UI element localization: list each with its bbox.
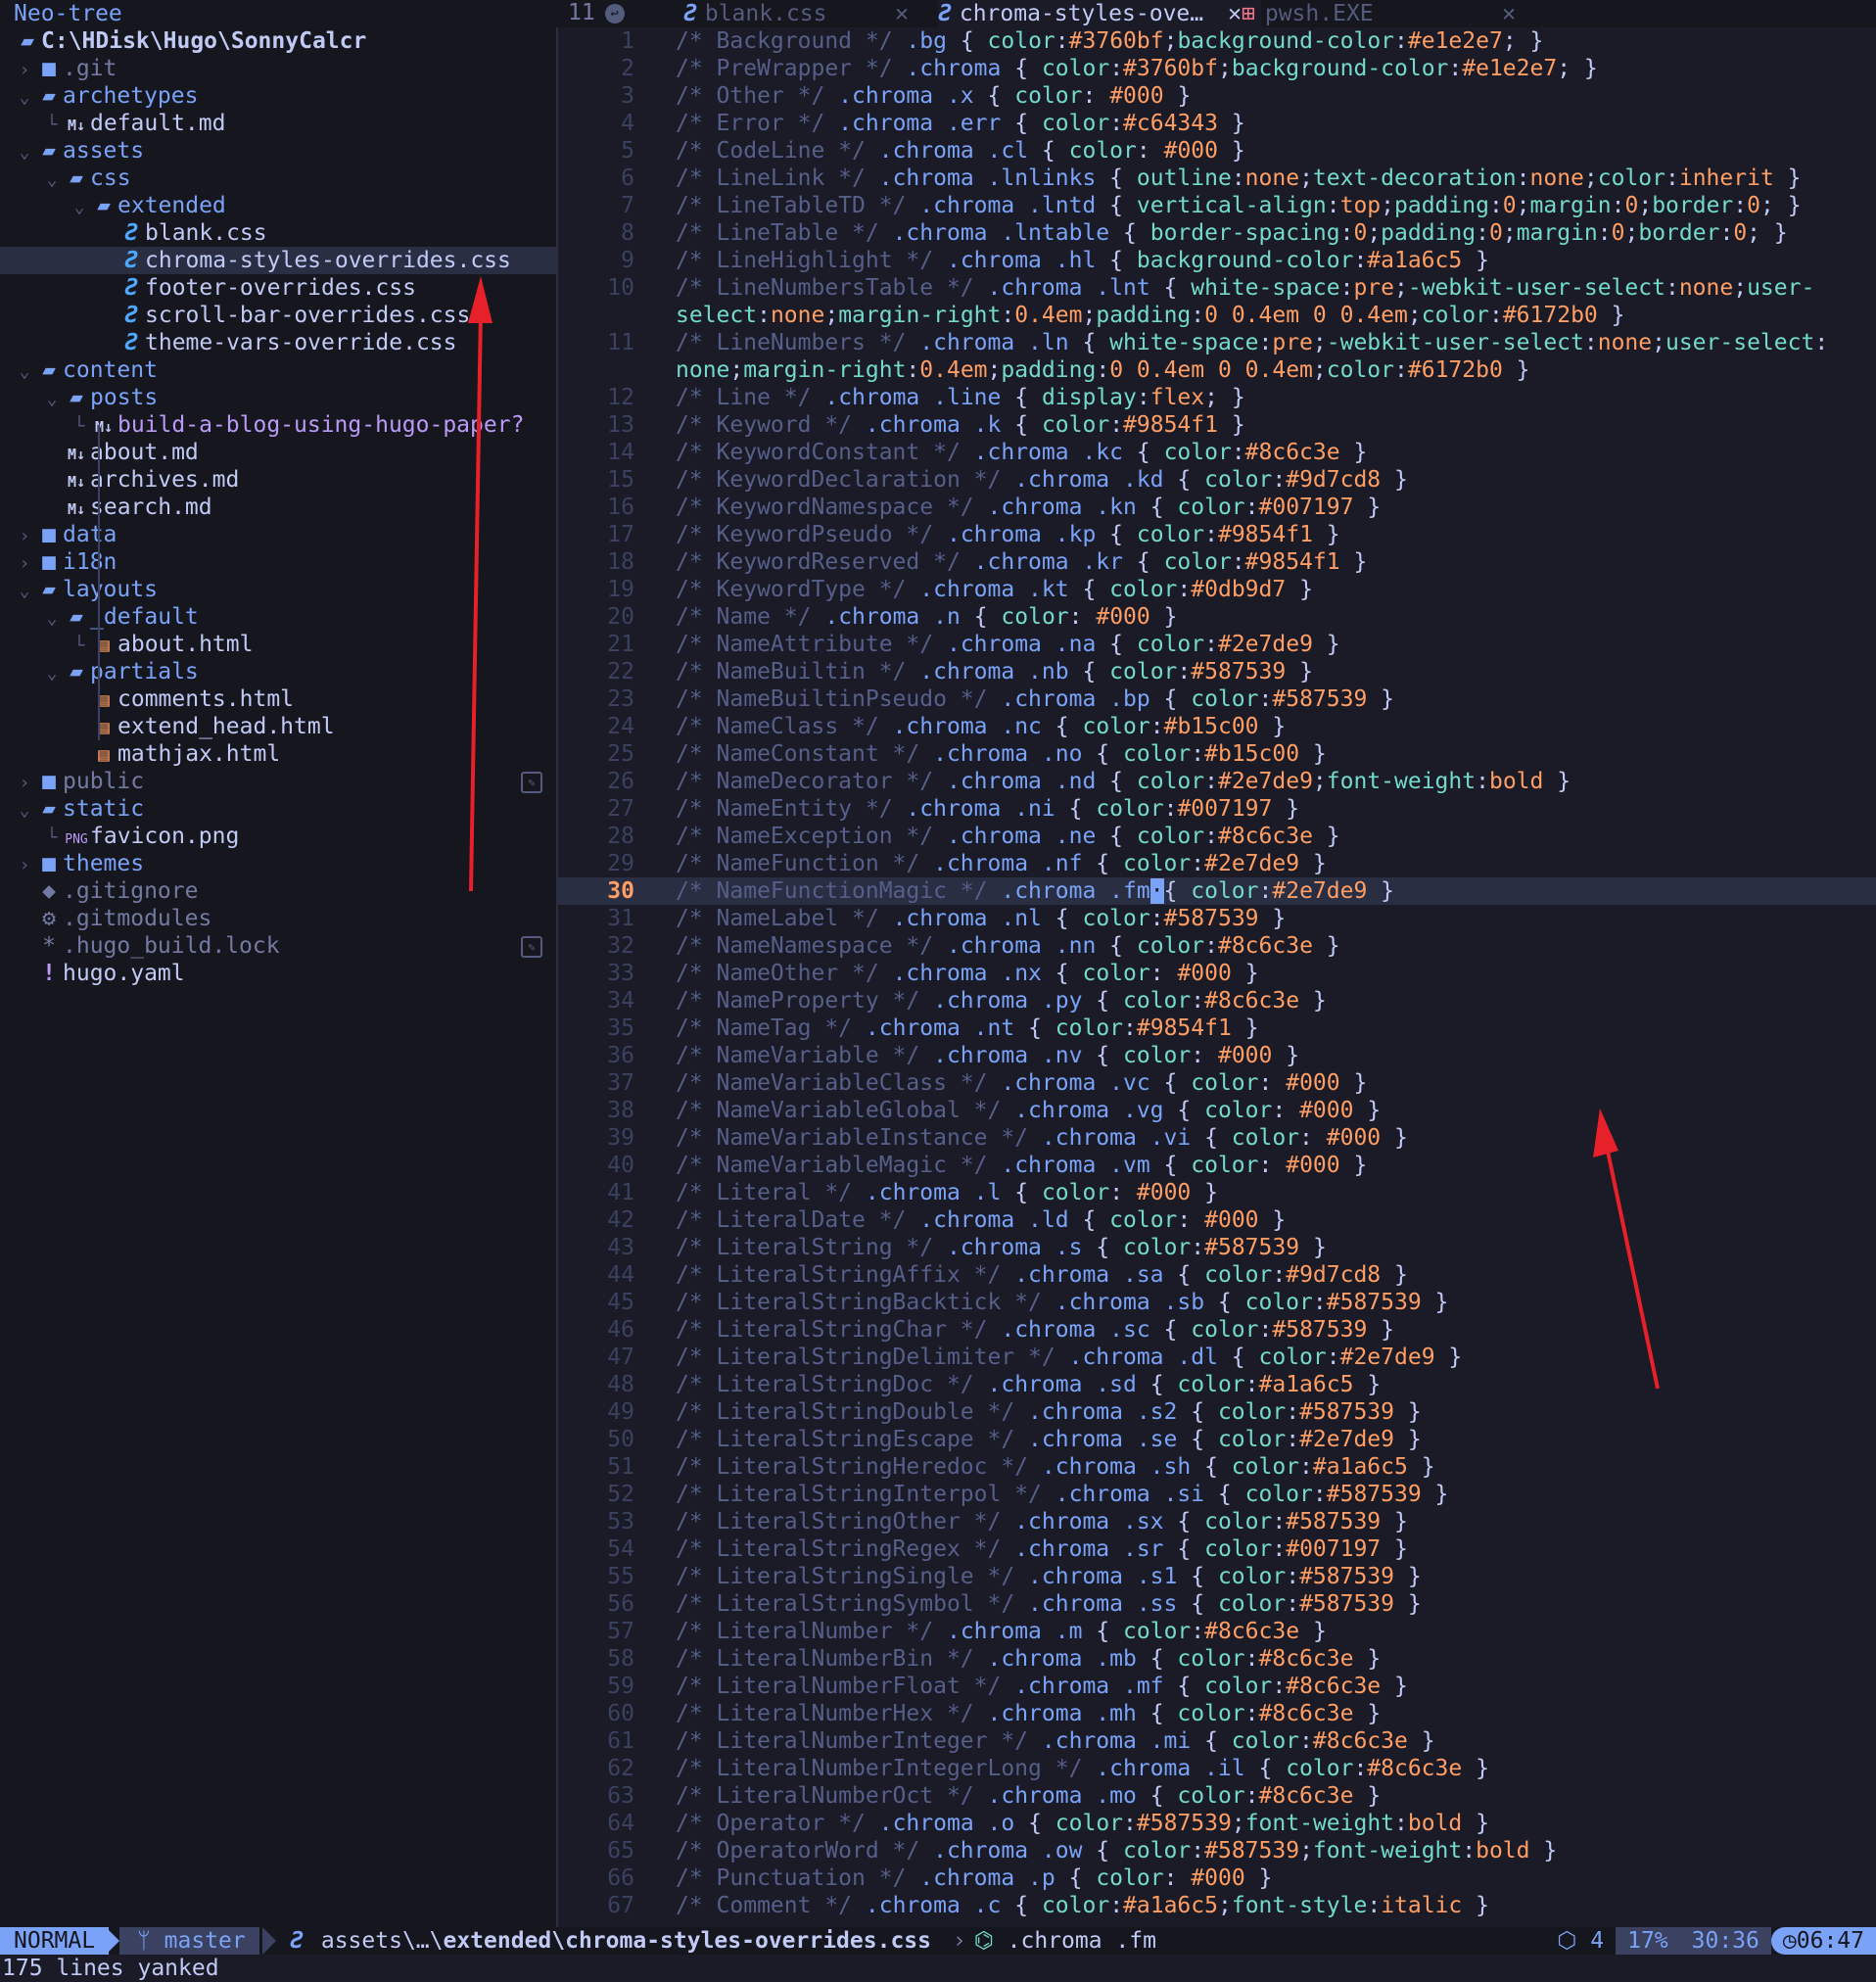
annotation-arrow-right	[1593, 1109, 1660, 1390]
annotation-overlay	[468, 276, 1660, 1390]
annotation-arrow-left	[468, 276, 492, 892]
